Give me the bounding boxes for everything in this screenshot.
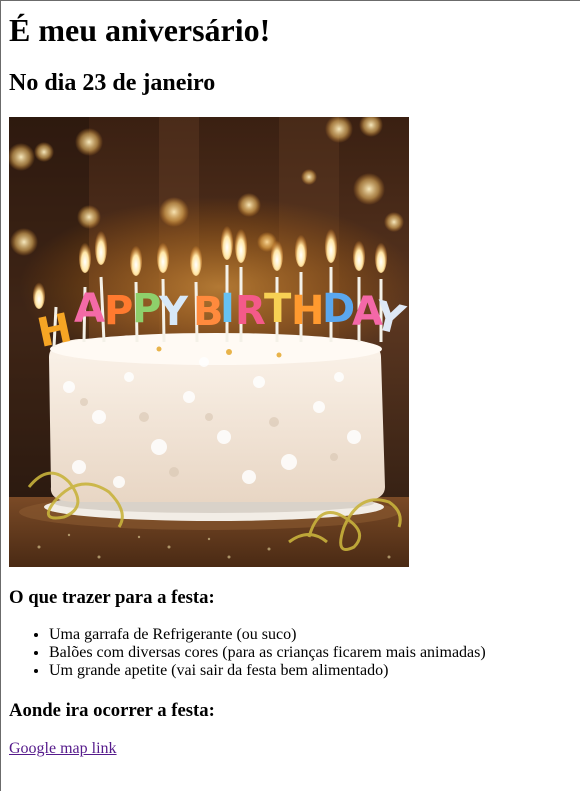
svg-text:P: P [132,286,161,332]
page-subtitle: No dia 23 de janeiro [9,70,216,96]
list-item: Uma garrafa de Refrigerante (ou suco) [49,626,580,644]
google-map-link[interactable]: Google map link [9,740,117,758]
svg-text:Y: Y [158,289,189,335]
birthday-cake-photo: H A P P Y B I R T H D A Y [9,117,409,567]
content: É meu aniversário! No dia 23 de janeiro [1,1,580,758]
bring-list: Uma garrafa de Refrigerante (ou suco) Ba… [9,626,580,680]
svg-text:T: T [264,286,292,332]
svg-text:D: D [322,286,355,332]
page-title: É meu aniversário! [9,12,271,48]
location-heading: Aonde ira ocorrer a festa: [9,700,215,721]
svg-text:A: A [74,286,105,332]
bring-heading: O que trazer para a festa: [9,587,215,608]
svg-text:H: H [291,288,324,334]
page: É meu aniversário! No dia 23 de janeiro [0,0,580,791]
list-item: Balões com diversas cores (para as crian… [49,644,580,662]
svg-text:I: I [220,286,235,332]
svg-text:B: B [193,289,224,335]
list-item: Um grande apetite (vai sair da festa bem… [49,662,580,680]
svg-text:P: P [104,288,133,334]
svg-text:R: R [235,288,266,334]
